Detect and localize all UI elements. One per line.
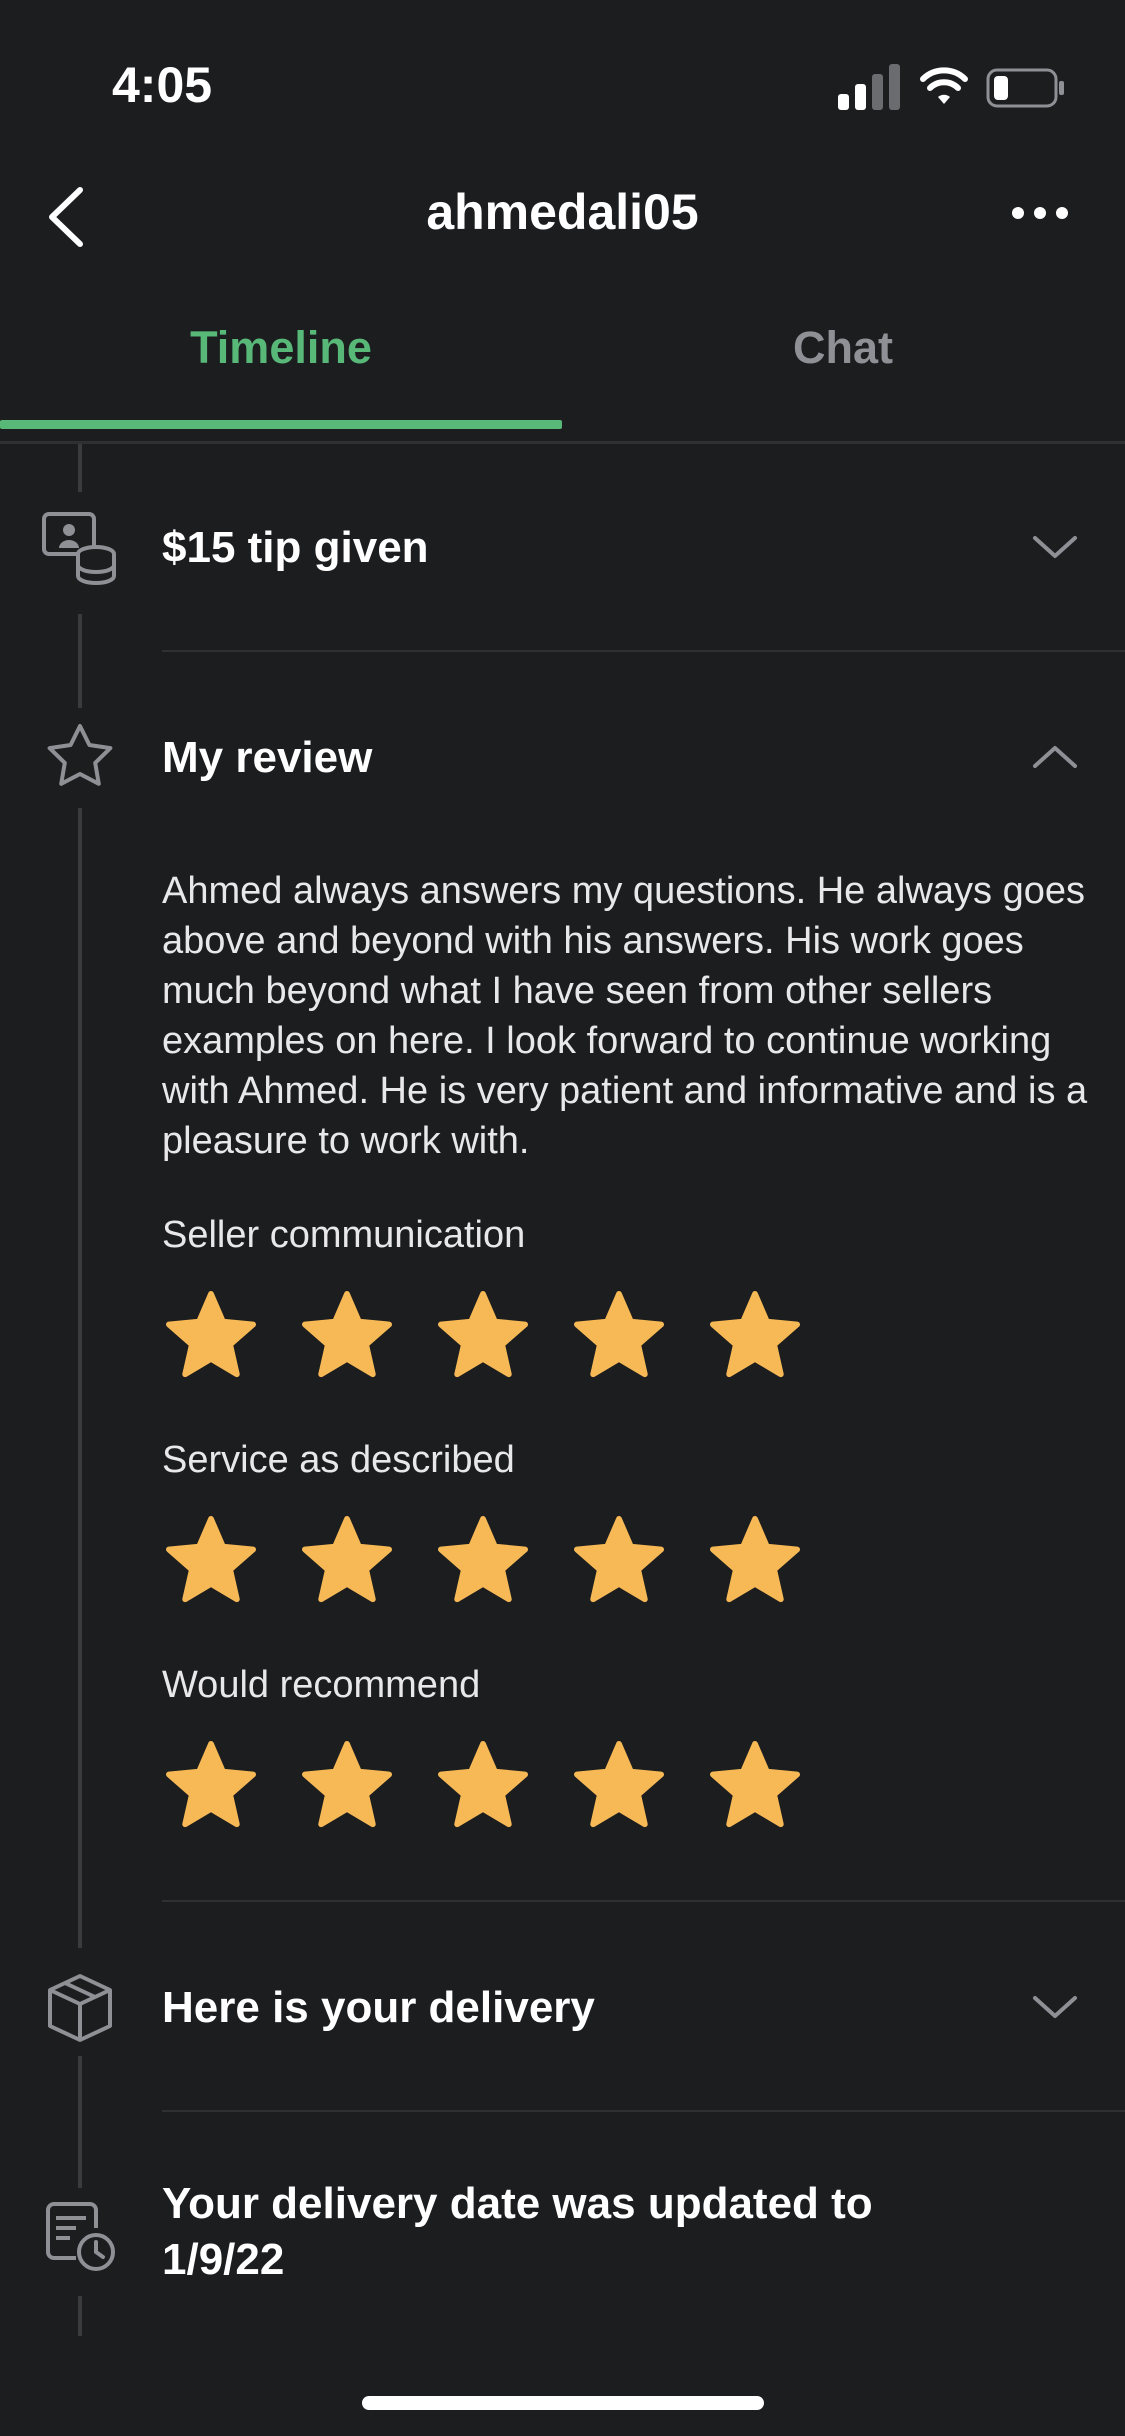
- star-rating: [162, 1740, 804, 1836]
- star-icon: [710, 1290, 800, 1378]
- star-icon: [710, 1740, 800, 1828]
- cellular-signal-icon: [838, 64, 900, 110]
- rating-label-would-recommend: Would recommend: [162, 1664, 481, 1706]
- timeline-rail: [78, 2056, 82, 2188]
- payment-icon: [42, 512, 116, 585]
- rating-label-service-as-described: Service as described: [162, 1439, 515, 1481]
- more-options-button[interactable]: [1010, 198, 1070, 228]
- chevron-down-icon[interactable]: [1030, 532, 1080, 562]
- star-icon: [574, 1740, 664, 1828]
- tab-divider: [0, 441, 1125, 444]
- wifi-icon: [920, 67, 968, 104]
- package-icon: [48, 1974, 112, 2042]
- star-icon: [302, 1740, 392, 1828]
- star-icon: [302, 1515, 392, 1603]
- tab-chat[interactable]: Chat: [562, 322, 1124, 374]
- star-icon: [166, 1740, 256, 1828]
- star-icon: [166, 1515, 256, 1603]
- star-rating: [162, 1515, 804, 1611]
- star-icon: [438, 1290, 528, 1378]
- review-row-title[interactable]: My review: [162, 733, 372, 783]
- page-title: ahmedali05: [426, 184, 699, 240]
- star-icon: [574, 1290, 664, 1378]
- calendar-clock-icon: [46, 2202, 115, 2271]
- tab-timeline[interactable]: Timeline: [0, 322, 562, 374]
- row-divider: [162, 650, 1125, 652]
- date-update-row-title[interactable]: Your delivery date was updated to 1/9/22: [162, 2176, 962, 2288]
- home-indicator[interactable]: [362, 2396, 764, 2410]
- timeline-rail: [78, 614, 82, 708]
- rating-label-seller-communication: Seller communication: [162, 1214, 526, 1256]
- tip-row-title[interactable]: $15 tip given: [162, 523, 429, 573]
- active-tab-indicator: [0, 420, 562, 429]
- row-divider: [162, 1900, 1125, 1902]
- star-icon: [302, 1290, 392, 1378]
- review-text: Ahmed always answers my questions. He al…: [162, 870, 1088, 1162]
- chevron-up-icon[interactable]: [1030, 742, 1080, 772]
- star-icon: [438, 1740, 528, 1828]
- row-divider: [162, 2110, 1125, 2112]
- status-time: 4:05: [112, 57, 213, 113]
- chevron-down-icon[interactable]: [1030, 1992, 1080, 2022]
- star-outline-icon: [47, 724, 113, 786]
- star-icon: [710, 1515, 800, 1603]
- battery-icon: [986, 68, 1064, 108]
- timeline-rail: [78, 444, 82, 492]
- star-rating: [162, 1290, 804, 1386]
- timeline-rail: [78, 2296, 82, 2336]
- star-icon: [166, 1290, 256, 1378]
- delivery-row-title[interactable]: Here is your delivery: [162, 1983, 595, 2033]
- timeline-rail: [78, 808, 82, 1948]
- star-icon: [574, 1515, 664, 1603]
- star-icon: [438, 1515, 528, 1603]
